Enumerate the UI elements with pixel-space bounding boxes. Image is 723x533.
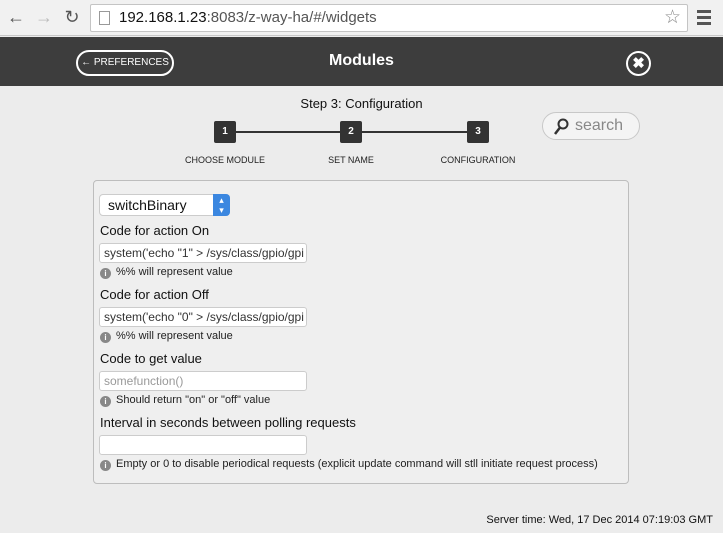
- help-text: Should return "on" or "off" value: [116, 394, 271, 406]
- browser-toolbar: ← → ↻ 192.168.1.23:8083/z-way-ha/#/widge…: [0, 0, 723, 36]
- action-on-help: i %% will represent value: [100, 266, 233, 279]
- action-on-label: Code for action On: [100, 223, 210, 238]
- interval-help: i Empty or 0 to disable periodical reques…: [100, 458, 598, 471]
- step-2-marker[interactable]: 2: [340, 121, 362, 143]
- get-value-help: i Should return "on" or "off" value: [100, 394, 270, 407]
- info-icon: i: [100, 332, 111, 343]
- close-icon[interactable]: ✖: [626, 51, 651, 76]
- step-2-label: SET NAME: [328, 155, 374, 165]
- app-header: ← PREFERENCES Modules ✖: [0, 37, 723, 86]
- action-off-help: i %% will represent value: [100, 330, 233, 343]
- page-title: Modules: [329, 52, 394, 69]
- search-placeholder: search: [575, 117, 624, 134]
- action-off-input[interactable]: system('echo "0" > /sys/class/gpio/gpi: [99, 307, 307, 327]
- module-select-value: switchBinary: [108, 197, 187, 213]
- address-bar[interactable]: 192.168.1.23:8083/z-way-ha/#/widgets ☆: [90, 4, 688, 32]
- interval-label: Interval in seconds between polling requ…: [100, 415, 356, 430]
- module-select[interactable]: switchBinary ▴ ▾: [99, 194, 230, 216]
- reload-icon[interactable]: ↻: [62, 7, 82, 28]
- help-text: Empty or 0 to disable periodical request…: [116, 458, 598, 470]
- forward-arrow-icon[interactable]: →: [34, 7, 54, 28]
- select-arrows-icon: ▴ ▾: [213, 194, 230, 216]
- step-3-marker[interactable]: 3: [467, 121, 489, 143]
- search-icon: [554, 118, 569, 135]
- get-value-input[interactable]: somefunction(): [99, 371, 307, 391]
- page-icon: [99, 11, 110, 25]
- info-icon: i: [100, 268, 111, 279]
- step-3-label: CONFIGURATION: [440, 155, 516, 165]
- help-text: %% will represent value: [116, 330, 233, 342]
- step-1-label: CHOOSE MODULE: [184, 155, 265, 165]
- info-icon: i: [100, 396, 111, 407]
- url-host: 192.168.1.23: [119, 9, 207, 26]
- step-1-marker[interactable]: 1: [214, 121, 236, 143]
- url-path: :8083/z-way-ha/#/widgets: [206, 9, 377, 26]
- server-time: Server time: Wed, 17 Dec 2014 07:19:03 G…: [486, 514, 713, 526]
- search-input[interactable]: search: [542, 112, 640, 140]
- configuration-form: switchBinary ▴ ▾ Code for action On syste…: [93, 180, 629, 484]
- get-value-label: Code to get value: [100, 351, 202, 366]
- help-text: %% will represent value: [116, 266, 233, 278]
- action-on-input[interactable]: system('echo "1" > /sys/class/gpio/gpi: [99, 243, 307, 263]
- star-icon[interactable]: ☆: [664, 5, 681, 31]
- menu-icon[interactable]: [697, 10, 711, 28]
- info-icon: i: [100, 460, 111, 471]
- step-title: Step 3: Configuration: [300, 96, 423, 111]
- back-arrow-icon[interactable]: ←: [6, 7, 26, 28]
- interval-input[interactable]: [99, 435, 307, 455]
- action-off-label: Code for action Off: [100, 287, 209, 302]
